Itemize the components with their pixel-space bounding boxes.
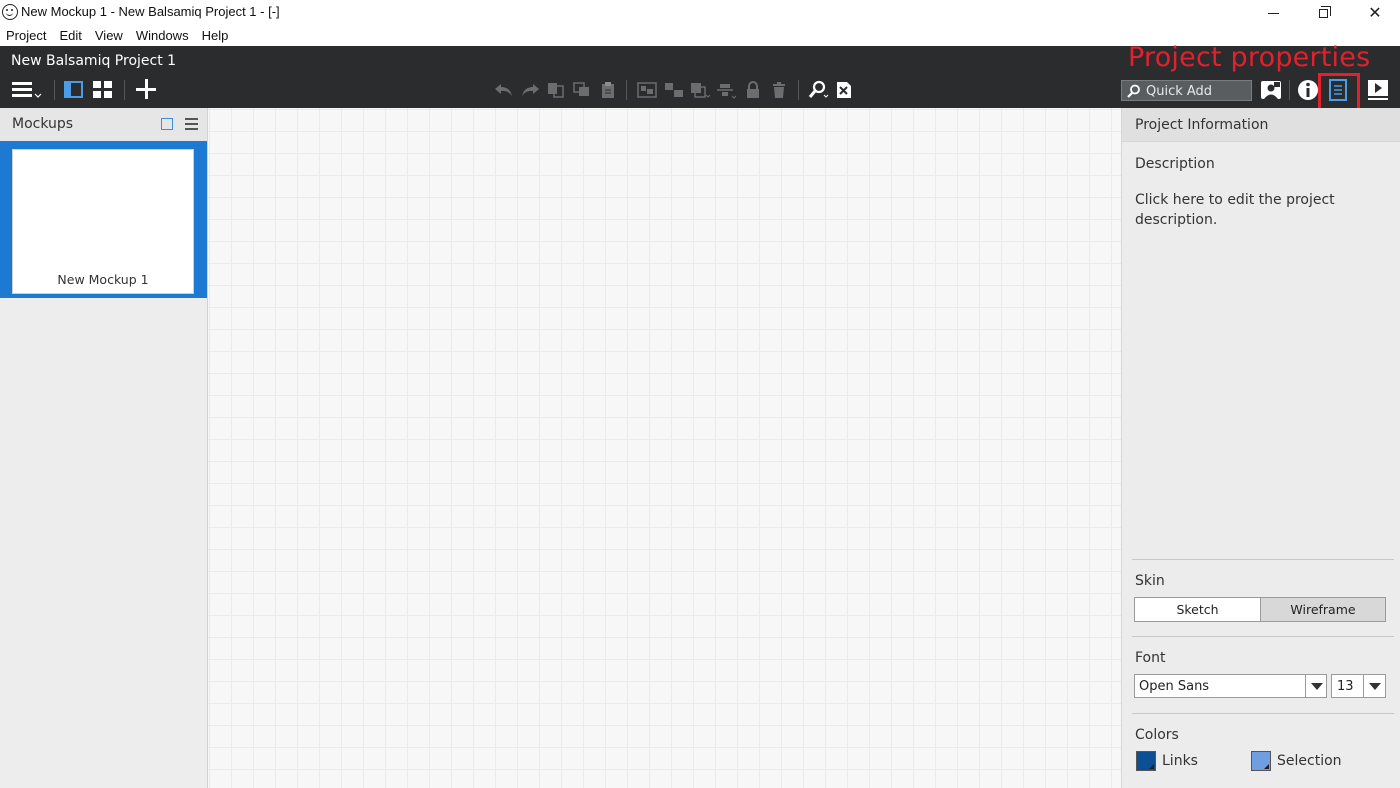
project-description-field[interactable]: Click here to edit the project descripti…: [1135, 190, 1385, 230]
close-search-icon[interactable]: [836, 81, 852, 99]
divider: [1132, 636, 1394, 637]
single-view-icon[interactable]: [161, 118, 173, 130]
menu-help[interactable]: Help: [196, 26, 236, 46]
search-icon: [1127, 84, 1140, 98]
copy-icon[interactable]: [547, 82, 565, 98]
skin-label: Skin: [1135, 573, 1165, 589]
app-toolbar: New Balsamiq Project 1 Project propertie…: [0, 42, 1400, 118]
project-information-header: Project Information: [1122, 108, 1400, 142]
group-icon[interactable]: [637, 82, 657, 98]
arrange-icon[interactable]: [690, 82, 712, 100]
toolbar-divider: [54, 80, 55, 100]
presentation-icon[interactable]: [1366, 79, 1390, 101]
mockups-panel-title: Mockups: [12, 116, 74, 132]
redo-icon[interactable]: [520, 81, 540, 99]
font-family-select[interactable]: Open Sans: [1134, 674, 1327, 698]
links-color-label: Links: [1162, 753, 1198, 769]
toolbar-divider: [626, 80, 627, 100]
project-title: New Balsamiq Project 1: [11, 53, 177, 69]
font-family-value: Open Sans: [1139, 679, 1210, 694]
title-bar: New Mockup 1 - New Balsamiq Project 1 - …: [0, 0, 1400, 26]
window-title: New Mockup 1 - New Balsamiq Project 1 - …: [21, 4, 280, 19]
font-size-select[interactable]: 13: [1331, 674, 1386, 698]
app-smiley-icon: [2, 4, 18, 20]
menu-project[interactable]: Project: [0, 26, 53, 46]
description-label: Description: [1135, 156, 1215, 172]
toolbar-divider: [798, 80, 799, 100]
close-button[interactable]: ✕: [1352, 0, 1398, 26]
mockup-canvas[interactable]: [208, 108, 1121, 788]
divider: [1132, 559, 1394, 560]
list-view-icon[interactable]: [185, 118, 198, 130]
lock-icon[interactable]: [745, 81, 761, 99]
menu-edit[interactable]: Edit: [53, 26, 88, 46]
font-size-value: 13: [1337, 679, 1354, 694]
selection-color-swatch[interactable]: [1251, 751, 1271, 771]
mockup-thumbnail-label: New Mockup 1: [57, 272, 149, 287]
minimize-icon: [1267, 12, 1279, 14]
menu-windows[interactable]: Windows: [130, 26, 196, 46]
ungroup-icon[interactable]: [664, 82, 684, 98]
duplicate-icon[interactable]: [573, 82, 591, 98]
restore-icon: [1318, 5, 1331, 18]
links-color-swatch[interactable]: [1136, 751, 1156, 771]
font-label: Font: [1135, 650, 1166, 666]
toolbar-divider: [124, 80, 125, 100]
chevron-down-icon[interactable]: [1305, 675, 1327, 697]
paste-icon[interactable]: [600, 81, 616, 99]
delete-icon[interactable]: [771, 81, 787, 99]
undo-icon[interactable]: [494, 81, 514, 99]
mockup-thumbnail-selected[interactable]: New Mockup 1: [0, 141, 207, 298]
mockup-thumbnail[interactable]: New Mockup 1: [12, 149, 194, 294]
chevron-down-icon[interactable]: [1363, 675, 1385, 697]
account-icon[interactable]: [1259, 79, 1283, 101]
info-icon[interactable]: [1297, 79, 1319, 101]
close-icon: ✕: [1368, 3, 1382, 22]
skin-wireframe-option[interactable]: Wireframe: [1260, 598, 1385, 621]
project-information-title: Project Information: [1135, 117, 1269, 133]
restore-button[interactable]: [1300, 0, 1346, 26]
annotation-label: Project properties: [1128, 42, 1371, 73]
divider: [1132, 713, 1394, 714]
grid-layout-icon[interactable]: [93, 81, 112, 98]
quick-add-input[interactable]: [1121, 80, 1252, 101]
mockups-panel-header: Mockups: [0, 108, 207, 141]
project-information-panel: Project Information Description Click he…: [1121, 108, 1400, 788]
single-pane-layout-icon[interactable]: [64, 81, 83, 98]
align-icon[interactable]: [716, 82, 738, 100]
skin-sketch-option[interactable]: Sketch: [1135, 598, 1260, 621]
skin-toggle: Sketch Wireframe: [1134, 597, 1386, 622]
mockups-panel: Mockups New Mockup 1: [0, 108, 208, 788]
colors-label: Colors: [1135, 727, 1179, 743]
menu-view[interactable]: View: [89, 26, 130, 46]
toolbar-divider: [1289, 80, 1290, 100]
hamburger-menu-icon[interactable]: [12, 82, 32, 98]
minimize-button[interactable]: [1250, 0, 1296, 26]
search-icon[interactable]: [808, 80, 830, 100]
selection-color-label: Selection: [1277, 753, 1342, 769]
quick-add-field[interactable]: [1146, 83, 1250, 99]
chevron-down-icon: [34, 93, 42, 98]
